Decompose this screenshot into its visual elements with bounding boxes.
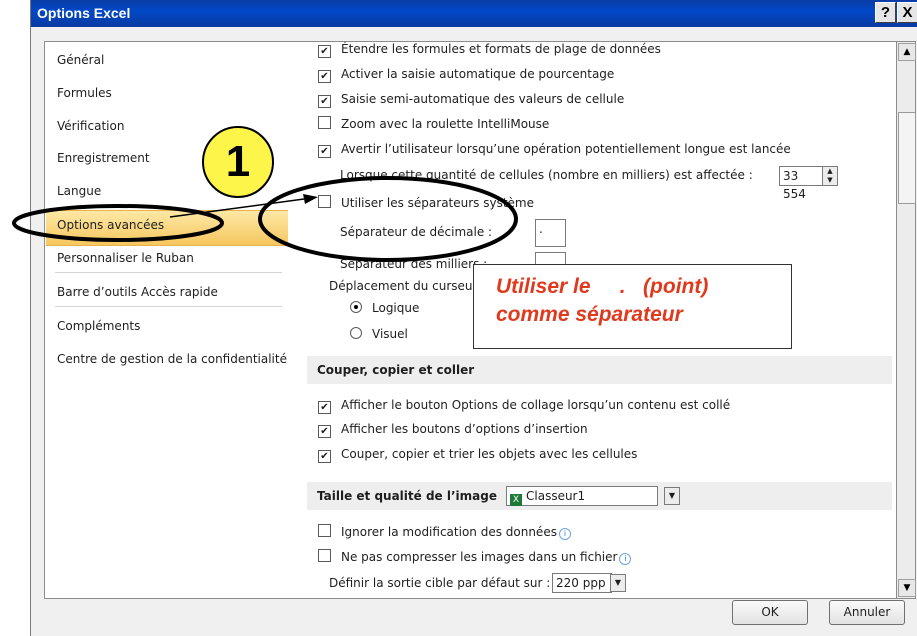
step-number-badge: 1 bbox=[202, 126, 274, 198]
annotation-callout: Utiliser le . (point) comme séparateur bbox=[473, 264, 792, 349]
annotation-text: Utiliser le . (point) comme séparateur bbox=[496, 275, 709, 326]
highlight-ellipse-advanced bbox=[12, 204, 224, 242]
highlight-ellipse-separators bbox=[258, 176, 518, 262]
pointer-arrow bbox=[169, 198, 305, 218]
arrow-head-icon bbox=[303, 194, 318, 204]
